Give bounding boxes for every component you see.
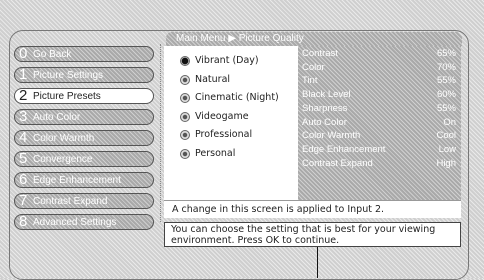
setting-name: Tint xyxy=(302,75,318,87)
setting-row: Contrast Expand High xyxy=(302,158,456,170)
breadcrumb: Main Menu ▶ Picture Quality xyxy=(166,32,462,46)
setting-name: Color Warmth xyxy=(302,130,361,142)
menu-button-contrast-expand[interactable]: 7 Contrast Expand xyxy=(14,193,154,209)
radio-icon xyxy=(180,111,190,122)
setting-row: Black Level 60% xyxy=(302,89,456,101)
menu-number: 7 xyxy=(19,193,28,209)
setting-row: Tint 55% xyxy=(302,75,456,87)
menu-number: 6 xyxy=(19,172,28,188)
settings-panel: Contrast 65% Color 70% Tint 55% Black Level 60%… xyxy=(298,46,461,200)
setting-row: Contrast 65% xyxy=(302,48,456,60)
radio-icon xyxy=(180,74,190,85)
setting-value: High xyxy=(436,157,456,169)
help-line-2: environment. Press OK to continue. xyxy=(171,235,340,246)
menu-number: 3 xyxy=(19,109,28,125)
setting-value: 70% xyxy=(436,61,456,73)
menu-label: Picture Presets xyxy=(33,91,101,102)
divider-dots xyxy=(160,44,161,222)
menu-label: Advanced Settings xyxy=(33,217,117,228)
menu-label: Go Back xyxy=(33,49,72,60)
setting-value: 60% xyxy=(436,89,456,101)
radio-icon xyxy=(180,93,190,103)
menu-button-go-back[interactable]: 0 Go Back xyxy=(14,46,154,62)
preset-label: Videogame xyxy=(195,110,249,122)
setting-value: Low xyxy=(438,143,456,155)
menu-number: 2 xyxy=(19,88,28,104)
setting-row: Sharpness 55% xyxy=(302,103,456,115)
menu-button-picture-settings[interactable]: 1 Picture Settings xyxy=(14,67,154,83)
radio-icon xyxy=(180,148,190,159)
preset-label: Cinematic (Night) xyxy=(195,92,279,103)
setting-value: Cool xyxy=(436,130,456,142)
menu-button-convergence[interactable]: 5 Convergence xyxy=(14,151,154,167)
setting-value: 65% xyxy=(436,48,456,59)
setting-name: Auto Color xyxy=(302,116,347,128)
pointer-line xyxy=(317,247,318,278)
preset-label: Personal xyxy=(195,147,236,159)
menu-button-picture-presets[interactable]: 2 Picture Presets xyxy=(14,88,154,104)
menu-label: Convergence xyxy=(33,154,93,165)
setting-name: Contrast Expand xyxy=(302,157,373,169)
menu-button-color-warmth[interactable]: 4 Color Warmth xyxy=(14,130,154,146)
setting-row: Color 70% xyxy=(302,62,456,74)
menu-number: 0 xyxy=(19,46,28,62)
menu-button-edge-enhancement[interactable]: 6 Edge Enhancement xyxy=(14,172,154,188)
menu-number: 8 xyxy=(19,214,28,230)
setting-name: Contrast xyxy=(302,48,338,59)
setting-name: Color xyxy=(302,61,325,73)
menu-label: Contrast Expand xyxy=(33,196,108,207)
setting-name: Edge Enhancement xyxy=(302,143,386,155)
menu-button-auto-color[interactable]: 3 Auto Color xyxy=(14,109,154,125)
setting-value: 55% xyxy=(436,102,456,114)
menu-button-advanced-settings[interactable]: 8 Advanced Settings xyxy=(14,214,154,230)
radio-icon xyxy=(180,130,190,140)
setting-value: 55% xyxy=(436,75,456,87)
setting-value: On xyxy=(443,116,456,128)
menu-label: Edge Enhancement xyxy=(33,175,121,186)
menu-label: Color Warmth xyxy=(33,133,95,144)
setting-name: Sharpness xyxy=(302,102,348,114)
setting-row: Color Warmth Cool xyxy=(302,130,456,142)
setting-row: Edge Enhancement Low xyxy=(302,144,456,156)
input-note: A change in this screen is applied to In… xyxy=(164,200,461,218)
menu-label: Picture Settings xyxy=(33,70,104,81)
menu-label: Auto Color xyxy=(33,112,81,123)
menu-number: 4 xyxy=(19,130,28,146)
radio-icon xyxy=(180,56,190,66)
preset-label: Professional xyxy=(195,129,253,140)
preset-label: Vibrant (Day) xyxy=(195,55,259,66)
preset-label: Natural xyxy=(195,73,231,85)
preset-list: Vibrant (Day) Natural Cinematic (Night) Vid… xyxy=(164,46,298,200)
menu-number: 5 xyxy=(19,151,28,167)
help-line-1: You can choose the setting that is best … xyxy=(171,224,436,235)
setting-row: Auto Color On xyxy=(302,117,456,129)
setting-name: Black Level xyxy=(302,89,351,101)
menu-number: 1 xyxy=(19,67,28,83)
help-box: You can choose the setting that is best … xyxy=(164,222,461,247)
